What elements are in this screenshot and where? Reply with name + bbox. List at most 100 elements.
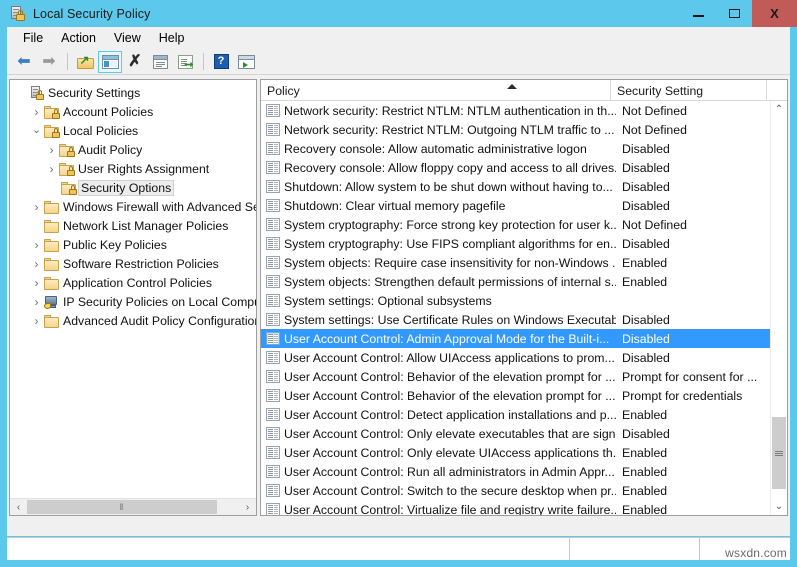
policy-row[interactable]: System settings: Use Certificate Rules o… xyxy=(261,310,770,329)
help-button[interactable]: ? xyxy=(209,51,233,73)
tree-item-audit-policy[interactable]: › Audit Policy xyxy=(10,140,256,159)
window-title: Local Security Policy xyxy=(33,6,151,21)
tree-item-advanced-audit-policy-configuration[interactable]: › Advanced Audit Policy Configuration xyxy=(10,311,256,330)
policy-row[interactable]: Shutdown: Clear virtual memory pagefile D… xyxy=(261,196,770,215)
tree-item-account-policies[interactable]: › Account Policies xyxy=(10,102,256,121)
scroll-thumb-grip-icon xyxy=(775,450,783,456)
show-console-tree-button[interactable] xyxy=(98,50,122,73)
chevron-right-icon[interactable]: › xyxy=(29,106,44,118)
up-one-level-button[interactable]: ↗ xyxy=(73,51,97,73)
chevron-right-icon[interactable]: › xyxy=(29,315,44,327)
tree-item-application-control-policies[interactable]: › Application Control Policies xyxy=(10,273,256,292)
back-icon: ⬅ xyxy=(17,52,31,70)
tree-hscroll-thumb[interactable]: ‖ xyxy=(27,500,217,514)
folder-icon xyxy=(44,276,60,290)
policy-name-cell: User Account Control: Allow UIAccess app… xyxy=(284,350,615,365)
column-header-policy[interactable]: Policy xyxy=(261,80,611,101)
folder-lock-icon xyxy=(44,105,60,119)
chevron-right-icon[interactable]: › xyxy=(29,258,44,270)
show-action-pane-button[interactable] xyxy=(234,51,258,73)
policy-row[interactable]: System cryptography: Use FIPS compliant … xyxy=(261,234,770,253)
chevron-right-icon[interactable]: › xyxy=(29,277,44,289)
export-list-button[interactable]: ➞ xyxy=(173,51,197,73)
app-icon xyxy=(10,5,26,22)
tree-item-security-options[interactable]: Security Options xyxy=(10,178,256,197)
policy-row[interactable]: User Account Control: Behavior of the el… xyxy=(261,367,770,386)
policy-row[interactable]: User Account Control: Switch to the secu… xyxy=(261,481,770,500)
policy-row[interactable]: User Account Control: Behavior of the el… xyxy=(261,386,770,405)
policy-name-cell: User Account Control: Virtualize file an… xyxy=(284,502,616,516)
policy-row[interactable]: Network security: Restrict NTLM: NTLM au… xyxy=(261,101,770,120)
menu-view[interactable]: View xyxy=(105,29,150,47)
list-vertical-scrollbar[interactable]: ⌃ ⌄ xyxy=(770,101,787,515)
security-setting-cell: Enabled xyxy=(622,274,668,289)
tree-item-software-restriction-policies[interactable]: › Software Restriction Policies xyxy=(10,254,256,273)
properties-button[interactable] xyxy=(148,51,172,73)
forward-button[interactable]: ➡ xyxy=(37,51,61,73)
status-cell-1 xyxy=(7,538,570,560)
scroll-left-icon[interactable]: ‹ xyxy=(10,499,27,515)
chevron-right-icon[interactable]: › xyxy=(29,201,44,213)
security-setting-cell: Disabled xyxy=(622,331,670,346)
policy-setting-icon xyxy=(266,503,280,515)
policy-setting-icon xyxy=(266,294,280,307)
close-button[interactable]: X xyxy=(752,0,797,27)
policy-row[interactable]: User Account Control: Allow UIAccess app… xyxy=(261,348,770,367)
tree-item-ip-security-policies-on-local-computer[interactable]: › IP Security Policies on Local Computer xyxy=(10,292,256,311)
policy-row[interactable]: System settings: Optional subsystems xyxy=(261,291,770,310)
policy-name-cell: User Account Control: Behavior of the el… xyxy=(284,388,616,403)
menu-help[interactable]: Help xyxy=(150,29,194,47)
list-vscroll-thumb[interactable] xyxy=(772,417,786,489)
tree-item-public-key-policies[interactable]: › Public Key Policies xyxy=(10,235,256,254)
back-button[interactable]: ⬅ xyxy=(12,51,36,73)
column-header-policy-label: Policy xyxy=(267,83,300,98)
minimize-button[interactable] xyxy=(680,0,716,27)
folder-icon xyxy=(44,257,60,271)
policy-row[interactable]: User Account Control: Detect application… xyxy=(261,405,770,424)
tree-item-label: Windows Firewall with Advanced Security xyxy=(63,199,256,214)
tree-item-label: Security Options xyxy=(78,179,175,196)
policy-row[interactable]: User Account Control: Run all administra… xyxy=(261,462,770,481)
policy-setting-icon xyxy=(266,256,280,269)
tree-item-user-rights-assignment[interactable]: › User Rights Assignment xyxy=(10,159,256,178)
tree-item-label: IP Security Policies on Local Computer xyxy=(63,294,256,309)
policy-row[interactable]: System cryptography: Force strong key pr… xyxy=(261,215,770,234)
policy-setting-icon xyxy=(266,199,280,212)
chevron-down-icon[interactable]: ⌄ xyxy=(29,125,44,136)
menu-action[interactable]: Action xyxy=(52,29,105,47)
policy-row[interactable]: System objects: Strengthen default permi… xyxy=(261,272,770,291)
scroll-right-icon[interactable]: › xyxy=(239,499,256,515)
policy-row[interactable]: Shutdown: Allow system to be shut down w… xyxy=(261,177,770,196)
security-setting-cell: Enabled xyxy=(622,483,668,498)
tree-item-local-policies[interactable]: ⌄ Local Policies xyxy=(10,121,256,140)
tree-horizontal-scrollbar[interactable]: ‹ ‖ › xyxy=(10,498,256,515)
policy-row[interactable]: System objects: Require case insensitivi… xyxy=(261,253,770,272)
tree-item-windows-firewall-with-advanced-security[interactable]: › Windows Firewall with Advanced Security xyxy=(10,197,256,216)
maximize-button[interactable] xyxy=(716,0,752,27)
tree-hscroll-track[interactable]: ‖ xyxy=(27,499,239,515)
local-security-policy-window: Local Security Policy X File Action View… xyxy=(0,0,797,567)
chevron-right-icon[interactable]: › xyxy=(29,239,44,251)
policy-row[interactable]: Recovery console: Allow automatic admini… xyxy=(261,139,770,158)
menu-file[interactable]: File xyxy=(14,29,52,47)
policy-row[interactable]: User Account Control: Only elevate UIAcc… xyxy=(261,443,770,462)
column-header-security-setting[interactable]: Security Setting xyxy=(611,80,767,101)
policy-row[interactable]: Network security: Restrict NTLM: Outgoin… xyxy=(261,120,770,139)
tree-item-security-settings[interactable]: Security Settings xyxy=(10,83,256,102)
chevron-right-icon[interactable]: › xyxy=(44,163,59,175)
delete-button[interactable]: ✗ xyxy=(123,51,147,73)
policy-row[interactable]: User Account Control: Only elevate execu… xyxy=(261,424,770,443)
policy-row[interactable]: User Account Control: Admin Approval Mod… xyxy=(261,329,770,348)
chevron-right-icon[interactable]: › xyxy=(29,296,44,308)
policy-row[interactable]: Recovery console: Allow floppy copy and … xyxy=(261,158,770,177)
folder-lock-icon xyxy=(61,181,77,195)
toolbar: ⬅ ➡ ↗ ✗ ➞ ? xyxy=(7,49,790,75)
scroll-down-icon[interactable]: ⌄ xyxy=(771,498,787,515)
security-setting-cell: Prompt for consent for ... xyxy=(622,369,758,384)
security-setting-cell: Enabled xyxy=(622,502,668,516)
window-controls: X xyxy=(680,0,797,27)
scroll-up-icon[interactable]: ⌃ xyxy=(771,101,787,118)
policy-row[interactable]: User Account Control: Virtualize file an… xyxy=(261,500,770,515)
tree-item-network-list-manager-policies[interactable]: Network List Manager Policies xyxy=(10,216,256,235)
chevron-right-icon[interactable]: › xyxy=(44,144,59,156)
